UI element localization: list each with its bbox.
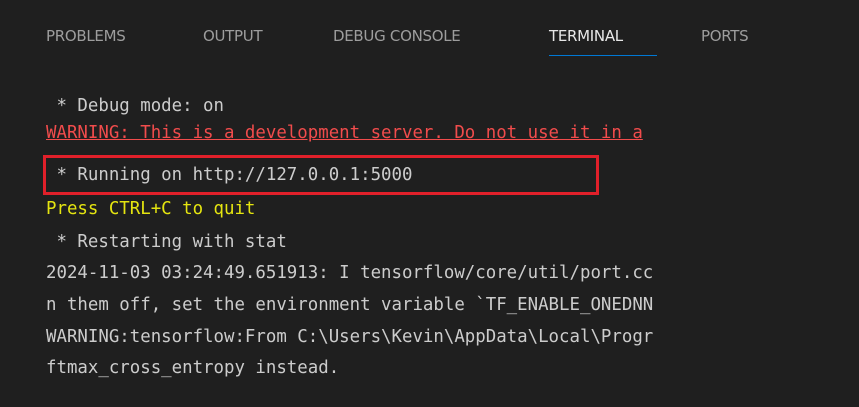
- terminal-line: * Debug mode: on: [46, 96, 224, 116]
- terminal-line: WARNING:tensorflow:From C:\Users\Kevin\A…: [46, 327, 654, 347]
- terminal-line: 2024-11-03 03:24:49.651913: I tensorflow…: [46, 263, 654, 283]
- terminal-line-quit-hint: Press CTRL+C to quit: [46, 199, 256, 219]
- terminal-line-warning: WARNING: This is a development server. D…: [46, 123, 643, 143]
- terminal-output[interactable]: * Debug mode: on WARNING: This is a deve…: [0, 0, 859, 407]
- terminal-line: n them off, set the environment variable…: [46, 295, 654, 315]
- terminal-line: ftmax_cross_entropy instead.: [46, 358, 340, 378]
- terminal-panel: PROBLEMS OUTPUT DEBUG CONSOLE TERMINAL P…: [0, 0, 859, 407]
- terminal-line: * Restarting with stat: [46, 232, 287, 252]
- highlight-annotation-box: [43, 155, 599, 195]
